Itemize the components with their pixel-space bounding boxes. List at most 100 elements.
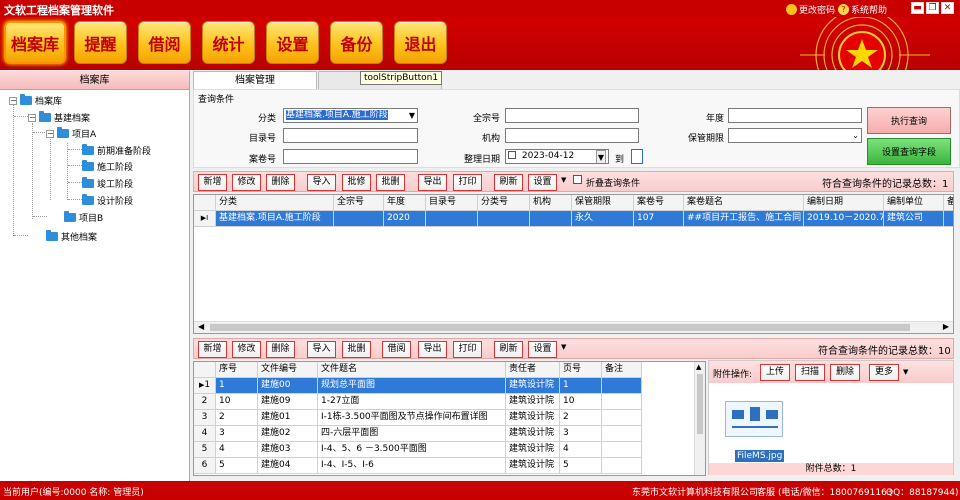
collapse-icon[interactable]: − — [46, 129, 54, 138]
table-row[interactable]: 6 5 建施04 I-4、I-5、I-6 建筑设计院 5 — [194, 458, 642, 474]
tree-node-project-a[interactable]: − 项目A — [46, 127, 96, 140]
settings-file-button[interactable]: 设置 — [528, 341, 557, 358]
delete-button[interactable]: 删除 — [266, 174, 295, 191]
column-header[interactable]: 编制单位 — [884, 195, 944, 211]
date-from-picker[interactable]: 2023-04-12 ▼ — [505, 149, 609, 164]
print-button[interactable]: 打印 — [453, 174, 482, 191]
cell[interactable] — [602, 378, 642, 394]
category-select[interactable]: 基建档案.项目A.施工阶段 ▼ — [283, 108, 418, 123]
calendar-icon[interactable]: ▼ — [595, 150, 606, 163]
nav-borrow-button[interactable]: 借阅 — [138, 21, 191, 64]
column-header[interactable]: 备 — [944, 195, 953, 211]
scrollbar-thumb[interactable] — [210, 324, 910, 331]
help-link[interactable]: ? 系统帮助 — [838, 3, 887, 16]
cell[interactable]: 规划总平面图 — [318, 378, 506, 394]
execute-query-button[interactable]: 执行查询 — [867, 107, 951, 134]
cell[interactable] — [334, 211, 384, 227]
cell[interactable]: 建筑设计院 — [506, 426, 560, 442]
attachment-thumbnail[interactable] — [725, 401, 783, 437]
cell[interactable]: 10 — [560, 394, 602, 410]
nav-reminder-button[interactable]: 提醒 — [74, 21, 127, 64]
scrollbar-thumb[interactable] — [697, 374, 703, 434]
tree-node-completion[interactable]: 竣工阶段 — [82, 177, 133, 190]
column-header[interactable]: 文件编号 — [258, 362, 318, 378]
table-row[interactable]: ▶I 基建档案.项目A.施工阶段 2020 永久 107 ##项目开工报告、施工… — [194, 211, 953, 227]
collapse-icon[interactable]: − — [9, 96, 17, 105]
column-header[interactable]: 年度 — [384, 195, 426, 211]
cell[interactable]: I-1栋-3.500平面图及节点操作间布置详图 — [318, 410, 506, 426]
cell[interactable]: 2 — [216, 410, 258, 426]
cell[interactable]: 1 — [216, 378, 258, 394]
table-row[interactable]: 2 10 建施09 1-27立面 建筑设计院 10 — [194, 394, 642, 410]
scan-button[interactable]: 扫描 — [795, 364, 825, 381]
tree-node-infrastructure[interactable]: − 基建档案 — [28, 111, 90, 124]
nav-exit-button[interactable]: 退出 — [394, 21, 447, 64]
dropdown-arrow-icon[interactable]: ▼ — [903, 368, 908, 376]
cell[interactable]: 建施09 — [258, 394, 318, 410]
cell[interactable]: 3 — [216, 426, 258, 442]
cell[interactable]: 建筑设计院 — [506, 458, 560, 474]
cell[interactable]: 2019.10－2020.7 — [804, 211, 884, 227]
set-query-fields-button[interactable]: 设置查询字段 — [867, 138, 951, 165]
tab-archive-management[interactable]: 档案管理 — [193, 71, 317, 89]
cell[interactable] — [478, 211, 530, 227]
cell[interactable]: 建筑公司 — [884, 211, 944, 227]
cell[interactable]: ##项目开工报告、施工合同 — [684, 211, 804, 227]
tree-node-design[interactable]: 设计阶段 — [82, 194, 133, 207]
cell[interactable]: I-4、5、6 －3.500平面图 — [318, 442, 506, 458]
borrow-button[interactable]: 借阅 — [382, 341, 411, 358]
cell[interactable] — [602, 394, 642, 410]
nav-settings-button[interactable]: 设置 — [266, 21, 319, 64]
delete-attachment-button[interactable]: 删除 — [830, 364, 860, 381]
cell[interactable] — [602, 442, 642, 458]
tree-node-root[interactable]: − 档案库 — [9, 94, 62, 107]
cell[interactable]: 基建档案.项目A.施工阶段 — [216, 211, 334, 227]
collapse-query-checkbox[interactable] — [573, 175, 582, 184]
refresh-button[interactable]: 刷新 — [494, 174, 523, 191]
print-file-button[interactable]: 打印 — [453, 341, 482, 358]
collapse-icon[interactable]: − — [28, 113, 36, 122]
cell[interactable]: 建筑设计院 — [506, 394, 560, 410]
cell[interactable]: 4 — [216, 442, 258, 458]
scroll-right-icon[interactable]: ▶ — [943, 322, 949, 331]
volume-input[interactable] — [283, 149, 418, 164]
cell[interactable]: 107 — [634, 211, 684, 227]
cell[interactable]: 建筑设计院 — [506, 442, 560, 458]
import-file-button[interactable]: 导入 — [307, 341, 336, 358]
scroll-up-icon[interactable]: ▲ — [696, 363, 701, 371]
add-button[interactable]: 新增 — [198, 174, 227, 191]
column-header[interactable]: 全宗号 — [334, 195, 384, 211]
column-header[interactable]: 页号 — [560, 362, 602, 378]
edit-button[interactable]: 修改 — [232, 174, 261, 191]
column-header[interactable]: 机构 — [530, 195, 572, 211]
cell[interactable]: 3 — [560, 426, 602, 442]
column-header[interactable]: 案卷号 — [634, 195, 684, 211]
upload-button[interactable]: 上传 — [760, 364, 790, 381]
cell[interactable] — [530, 211, 572, 227]
cell[interactable]: 建筑设计院 — [506, 410, 560, 426]
date-to-picker[interactable] — [631, 149, 643, 164]
cell[interactable]: 10 — [216, 394, 258, 410]
fonds-input[interactable] — [505, 108, 639, 123]
change-password-link[interactable]: 更改密码 — [786, 3, 835, 16]
cell[interactable]: 4 — [560, 442, 602, 458]
tree-node-other[interactable]: 其他档案 — [46, 230, 97, 243]
cell[interactable] — [944, 211, 953, 227]
batch-edit-button[interactable]: 批修 — [342, 174, 371, 191]
dropdown-arrow-icon[interactable]: ▼ — [561, 343, 566, 351]
cell[interactable] — [426, 211, 478, 227]
nav-backup-button[interactable]: 备份 — [330, 21, 383, 64]
retention-select[interactable]: ⌄ — [728, 128, 862, 143]
table-row[interactable]: 3 2 建施01 I-1栋-3.500平面图及节点操作间布置详图 建筑设计院 2 — [194, 410, 642, 426]
cell[interactable] — [602, 426, 642, 442]
org-input[interactable] — [505, 128, 639, 143]
cell[interactable]: 2 — [560, 410, 602, 426]
scroll-left-icon[interactable]: ◀ — [198, 322, 204, 331]
cell[interactable]: 建施02 — [258, 426, 318, 442]
column-header[interactable]: 序号 — [216, 362, 258, 378]
cell[interactable]: 建施04 — [258, 458, 318, 474]
column-header[interactable]: 备注 — [602, 362, 642, 378]
table-row[interactable]: 5 4 建施03 I-4、5、6 －3.500平面图 建筑设计院 4 — [194, 442, 642, 458]
cell[interactable] — [602, 410, 642, 426]
edit-file-button[interactable]: 修改 — [232, 341, 261, 358]
